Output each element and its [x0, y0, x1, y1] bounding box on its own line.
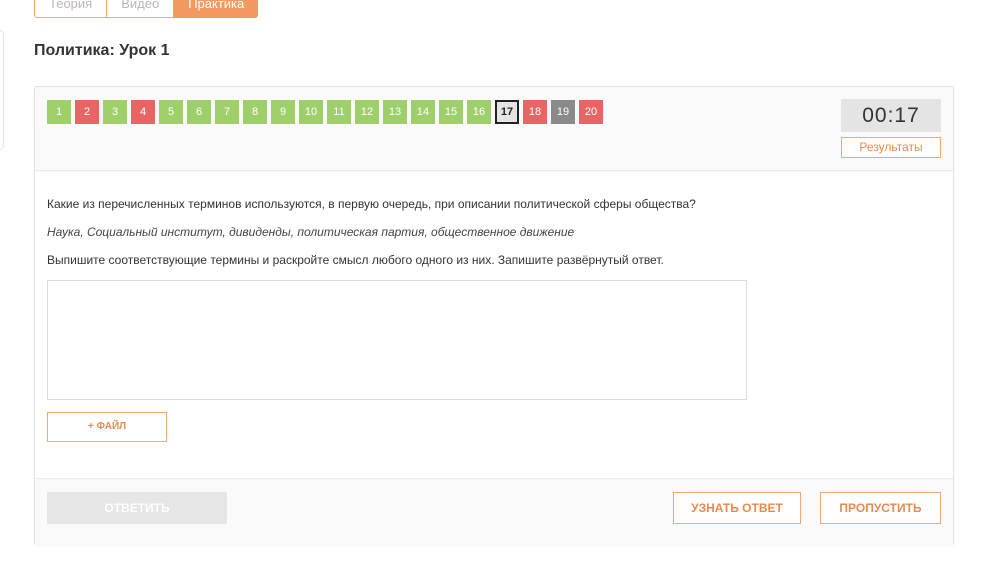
question-number-18[interactable]: 18 — [523, 100, 547, 124]
question-number-19[interactable]: 19 — [551, 100, 575, 124]
question-number-20[interactable]: 20 — [579, 100, 603, 124]
answer-textarea[interactable] — [47, 280, 747, 400]
question-number-9[interactable]: 9 — [271, 100, 295, 124]
question-number-16[interactable]: 16 — [467, 100, 491, 124]
timer: 00:17 — [841, 99, 941, 132]
question-number-3[interactable]: 3 — [103, 100, 127, 124]
tab-video[interactable]: Видео — [106, 0, 174, 18]
question-navigator: 1 2 3 4 5 6 7 8 9 10 11 12 13 14 15 16 17 18 19 20 — [47, 100, 603, 124]
question-number-17[interactable]: 17 — [495, 100, 519, 124]
tab-practice[interactable]: Практика — [173, 0, 259, 18]
task-header: 1 2 3 4 5 6 7 8 9 10 11 12 13 14 15 16 17 18 19 20 00:17 Ре… — [35, 87, 953, 171]
question-number-5[interactable]: 5 — [159, 100, 183, 124]
lesson-tabs: Теория Видео Практика — [34, 0, 259, 18]
skip-button[interactable]: ПРОПУСТИТЬ — [820, 492, 941, 524]
question-number-11[interactable]: 11 — [327, 100, 351, 124]
show-answer-button[interactable]: УЗНАТЬ ОТВЕТ — [673, 492, 801, 524]
question-number-2[interactable]: 2 — [75, 100, 99, 124]
question-number-8[interactable]: 8 — [243, 100, 267, 124]
task-card: 1 2 3 4 5 6 7 8 9 10 11 12 13 14 15 16 17 18 19 20 00:17 Ре… — [34, 86, 954, 545]
question-number-15[interactable]: 15 — [439, 100, 463, 124]
side-panel-edge — [0, 30, 4, 150]
submit-answer-button[interactable]: ОТВЕТИТЬ — [47, 492, 227, 524]
results-button[interactable]: Результаты — [841, 137, 941, 158]
page-title: Политика: Урок 1 — [34, 42, 170, 59]
question-number-10[interactable]: 10 — [299, 100, 323, 124]
question-terms: Наука, Социальный институт, дивиденды, п… — [47, 225, 575, 239]
question-number-14[interactable]: 14 — [411, 100, 435, 124]
question-text: Какие из перечисленных терминов использу… — [47, 197, 696, 211]
question-instructions: Выпишите соответствующие термины и раскр… — [47, 253, 664, 267]
question-number-12[interactable]: 12 — [355, 100, 379, 124]
question-number-1[interactable]: 1 — [47, 100, 71, 124]
attach-file-button[interactable]: + ФАЙЛ — [47, 412, 167, 442]
question-number-13[interactable]: 13 — [383, 100, 407, 124]
tab-theory[interactable]: Теория — [34, 0, 107, 18]
task-footer: ОТВЕТИТЬ УЗНАТЬ ОТВЕТ ПРОПУСТИТЬ — [35, 479, 953, 545]
question-number-7[interactable]: 7 — [215, 100, 239, 124]
question-number-4[interactable]: 4 — [131, 100, 155, 124]
question-number-6[interactable]: 6 — [187, 100, 211, 124]
